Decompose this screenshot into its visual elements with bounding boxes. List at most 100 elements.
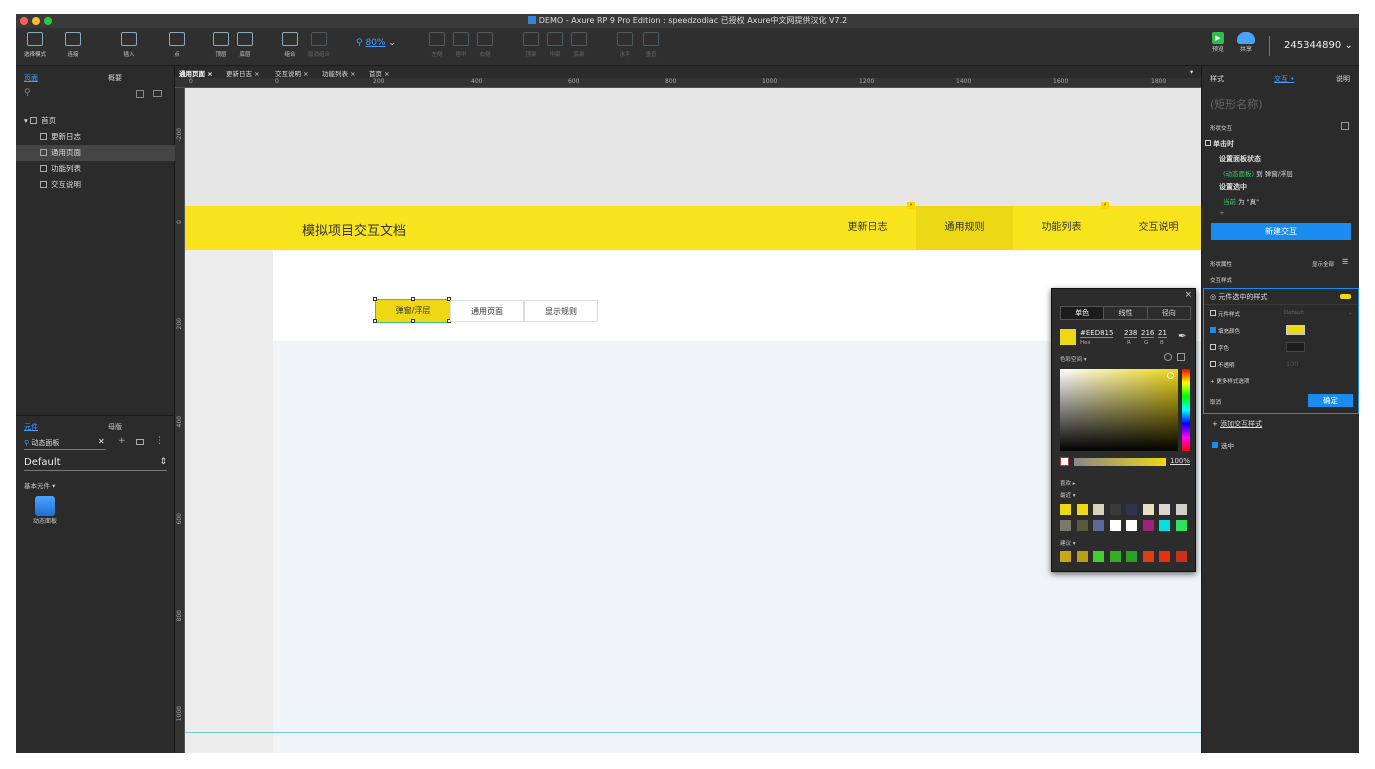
color-cursor[interactable] xyxy=(1167,372,1174,379)
zoom-select[interactable]: ⚲ 80% ⌄ xyxy=(356,38,396,48)
option-font-color[interactable]: 字色 xyxy=(1210,344,1229,352)
option-widget-style[interactable]: 元件样式 xyxy=(1210,310,1240,318)
doc-tab-common[interactable]: 通用页面 × xyxy=(179,68,213,78)
share-button[interactable]: 共享 xyxy=(1234,32,1258,54)
collapse-icon[interactable] xyxy=(1341,122,1349,130)
selection-handle-icon[interactable] xyxy=(411,297,415,301)
nav-item-general-rules[interactable]: 通用规则 xyxy=(916,206,1013,250)
widget-style-select[interactable]: Default xyxy=(1284,310,1304,316)
r-input[interactable]: 238 xyxy=(1124,329,1138,338)
saturation-brightness-field[interactable] xyxy=(1060,369,1178,451)
library-icon[interactable] xyxy=(1177,353,1185,361)
interaction-marker-icon[interactable]: ⚡ xyxy=(1101,202,1109,209)
close-tab-icon[interactable]: × xyxy=(254,70,259,78)
doc-tab-changelog[interactable]: 更新日志 × xyxy=(226,68,260,78)
color-swatch[interactable] xyxy=(1060,520,1071,531)
tab-outline[interactable]: 概要 xyxy=(108,73,122,83)
color-swatch[interactable] xyxy=(1142,504,1154,515)
add-library-icon[interactable]: + xyxy=(118,436,126,446)
eyedropper-icon[interactable]: ✒ xyxy=(1178,331,1186,342)
distribute-v-tool[interactable]: 垂直 xyxy=(634,32,668,58)
tab-masters[interactable]: 母版 xyxy=(108,422,122,432)
show-all-link[interactable]: 显示全部 xyxy=(1312,260,1334,268)
event-click[interactable]: 单击时 xyxy=(1205,139,1234,149)
copy-library-icon[interactable] xyxy=(136,439,144,445)
color-swatch[interactable] xyxy=(1126,520,1137,531)
add-page-icon[interactable] xyxy=(136,90,144,98)
tab-linear[interactable]: 线性 xyxy=(1103,307,1146,319)
more-options-icon[interactable]: ⋮ xyxy=(155,436,164,446)
color-swatch[interactable] xyxy=(1159,551,1170,562)
g-input[interactable]: 216 xyxy=(1141,329,1155,338)
add-interaction-style-link[interactable]: + 添加交互样式 xyxy=(1212,419,1262,429)
b-input[interactable]: 21 xyxy=(1158,329,1167,338)
hex-input[interactable]: #EED815 xyxy=(1080,329,1114,338)
color-swatch[interactable] xyxy=(1159,520,1170,531)
sub-tab-display-rules[interactable]: 显示规则 xyxy=(524,300,598,322)
color-swatch[interactable] xyxy=(1175,551,1187,562)
color-swatch[interactable] xyxy=(1175,520,1187,531)
close-icon[interactable]: × xyxy=(1184,290,1192,300)
close-tab-icon[interactable]: × xyxy=(350,70,355,78)
color-swatch[interactable] xyxy=(1093,551,1104,562)
font-color-swatch[interactable] xyxy=(1286,342,1305,352)
send-back-tool[interactable]: 底层 xyxy=(228,32,262,58)
color-swatch[interactable] xyxy=(1109,504,1121,515)
add-folder-icon[interactable] xyxy=(153,90,162,97)
color-swatch[interactable] xyxy=(1109,520,1121,531)
more-style-options-link[interactable]: + 更多样式选项 xyxy=(1210,377,1249,385)
color-swatch[interactable] xyxy=(1076,551,1088,562)
opacity-value[interactable]: 100% xyxy=(1170,457,1190,465)
nav-item-features[interactable]: 功能列表 xyxy=(1013,206,1110,250)
tab-solid[interactable]: 单色 xyxy=(1061,307,1104,319)
color-swatch[interactable] xyxy=(1109,551,1121,562)
color-swatch[interactable] xyxy=(1142,551,1154,562)
select-mode-tool[interactable]: 选择模式 xyxy=(18,32,52,58)
close-tab-icon[interactable]: × xyxy=(303,70,308,78)
tree-item-changelog[interactable]: 更新日志 xyxy=(16,129,175,145)
checkbox-unchecked[interactable] xyxy=(1210,361,1216,367)
clear-search-icon[interactable]: ✕ xyxy=(98,437,105,446)
option-fill-color[interactable]: 填充颜色 xyxy=(1210,327,1240,335)
color-swatch[interactable] xyxy=(1142,520,1154,531)
shape-name-input[interactable]: (矩形名称) xyxy=(1210,96,1263,112)
menu-icon[interactable]: ☰ xyxy=(1342,258,1348,266)
selection-handle-icon[interactable] xyxy=(373,319,377,323)
account-menu[interactable]: 245344890 ⌄ xyxy=(1284,40,1353,51)
style-selected-item[interactable]: 选中 xyxy=(1212,440,1234,450)
interaction-marker-icon[interactable]: ⚡ xyxy=(907,202,915,209)
tab-pages[interactable]: 页面 xyxy=(24,73,38,83)
color-swatch[interactable] xyxy=(1159,504,1170,515)
preview-button[interactable]: ▶ 预览 xyxy=(1208,32,1228,54)
color-swatch[interactable] xyxy=(1126,551,1137,562)
hue-slider[interactable] xyxy=(1182,369,1190,451)
option-opacity[interactable]: 不透明 xyxy=(1210,361,1235,369)
selection-handle-icon[interactable] xyxy=(411,319,415,323)
nav-item-interactions[interactable]: 交互说明 xyxy=(1110,206,1201,250)
point-tool[interactable]: 点 xyxy=(160,32,194,58)
align-bottom-tool[interactable]: 底部 xyxy=(562,32,596,58)
fill-color-swatch[interactable] xyxy=(1286,325,1305,335)
tree-item-common[interactable]: 通用页面 xyxy=(16,145,175,161)
target-dynamic-panel[interactable]: (动态面板) xyxy=(1223,170,1254,178)
opacity-input[interactable]: 100 xyxy=(1286,360,1298,368)
nav-item-changelog[interactable]: 更新日志 xyxy=(819,206,916,250)
ok-button[interactable]: 确定 xyxy=(1308,394,1353,407)
tab-style[interactable]: 样式 xyxy=(1210,74,1224,84)
tree-item-features[interactable]: 功能列表 xyxy=(16,161,175,177)
dynamic-panel-widget[interactable]: 动态面板 xyxy=(30,496,60,526)
checkbox-checked[interactable] xyxy=(1210,327,1216,333)
selection-handle-icon[interactable] xyxy=(373,297,377,301)
close-tab-icon[interactable]: × xyxy=(207,70,212,78)
no-fill-icon[interactable] xyxy=(1060,457,1069,466)
tabs-overflow-icon[interactable]: ▾ xyxy=(1190,68,1193,76)
cancel-button[interactable]: 取消 xyxy=(1210,398,1221,406)
doc-tab-interactions[interactable]: 交互说明 × xyxy=(275,68,309,78)
checkbox-unchecked[interactable] xyxy=(1210,310,1216,316)
color-swatch[interactable] xyxy=(1126,504,1137,515)
widget-section-title[interactable]: 基本元件 ▾ xyxy=(24,480,55,490)
checkbox-checked[interactable] xyxy=(1212,442,1218,448)
color-swatch[interactable] xyxy=(1076,520,1088,531)
color-swatch[interactable] xyxy=(1076,504,1088,515)
opacity-slider[interactable] xyxy=(1074,458,1166,466)
